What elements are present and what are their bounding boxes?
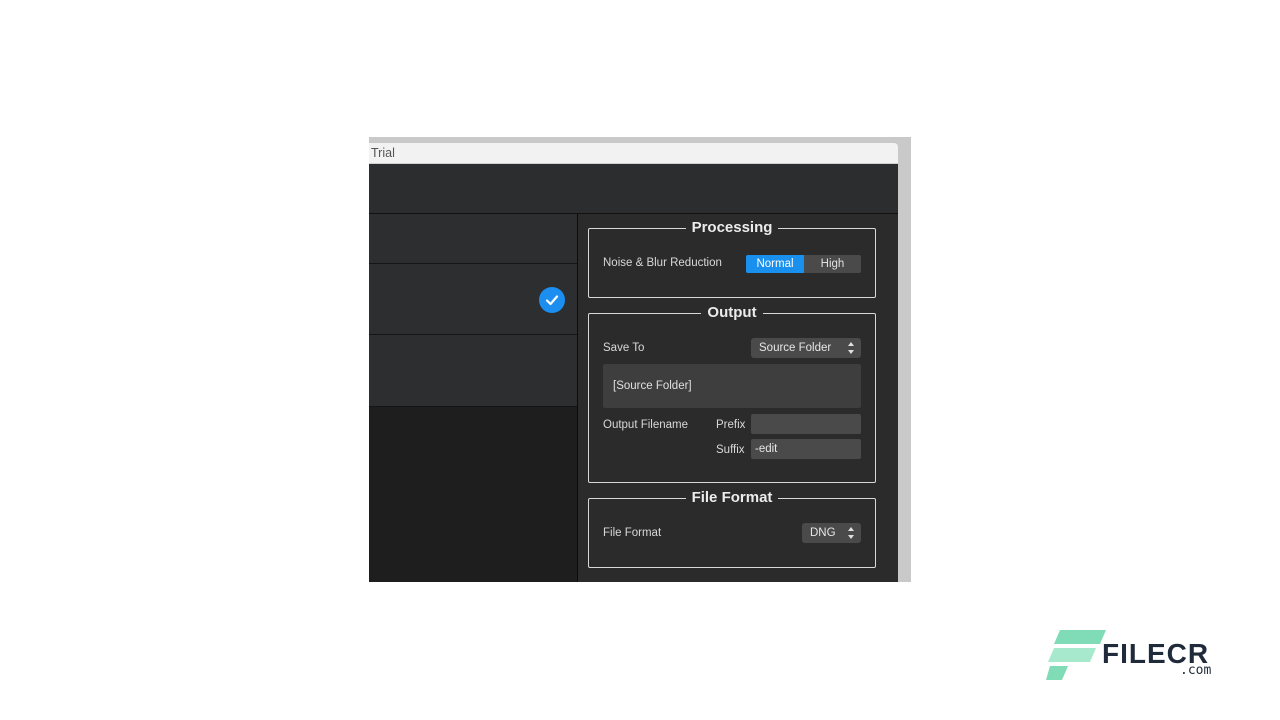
filecr-watermark: FILECR .com (1046, 628, 1216, 684)
toolbar (369, 164, 898, 214)
filecr-logo-icon (1046, 630, 1106, 680)
save-to-value: Source Folder (759, 342, 832, 354)
normal-option[interactable]: Normal (746, 255, 804, 273)
app-window: Trial Processing Noise & Blur Reduction … (369, 137, 911, 582)
updown-arrows-icon (847, 526, 855, 540)
window-title: Trial (371, 146, 395, 160)
prefix-label: Prefix (716, 419, 746, 431)
output-title: Output (701, 304, 763, 321)
output-filename-label: Output Filename (603, 419, 689, 431)
app-content: Processing Noise & Blur Reduction Normal… (369, 164, 898, 582)
noise-blur-label: Noise & Blur Reduction (603, 257, 722, 269)
output-path-text: [Source Folder] (613, 380, 692, 392)
file-format-title: File Format (685, 489, 779, 506)
file-format-value: DNG (810, 527, 836, 539)
suffix-input[interactable] (751, 439, 861, 459)
list-item[interactable] (369, 335, 577, 407)
list-item[interactable] (369, 214, 577, 264)
save-to-select[interactable]: Source Folder (751, 338, 861, 358)
title-bar[interactable]: Trial (369, 143, 898, 164)
suffix-label: Suffix (716, 444, 745, 456)
output-path-display: [Source Folder] (603, 364, 861, 408)
prefix-input[interactable] (751, 414, 861, 434)
file-format-label: File Format (603, 527, 662, 539)
settings-panel: Processing Noise & Blur Reduction Normal… (578, 214, 898, 582)
processing-title: Processing (685, 219, 779, 236)
high-option[interactable]: High (804, 255, 861, 273)
file-format-select[interactable]: DNG (802, 523, 861, 543)
file-list (369, 214, 577, 582)
output-group: Output Save To Source Folder [Source Fol… (588, 304, 876, 483)
file-format-group: File Format File Format DNG (588, 489, 876, 568)
save-to-label: Save To (603, 342, 645, 354)
noise-reduction-segmented-control[interactable]: Normal High (746, 255, 861, 273)
updown-arrows-icon (847, 341, 855, 355)
processing-group: Processing Noise & Blur Reduction Normal… (588, 219, 876, 298)
checkmark-icon[interactable] (539, 287, 565, 313)
brand-domain: .com (1180, 663, 1212, 678)
list-item[interactable] (369, 264, 577, 335)
